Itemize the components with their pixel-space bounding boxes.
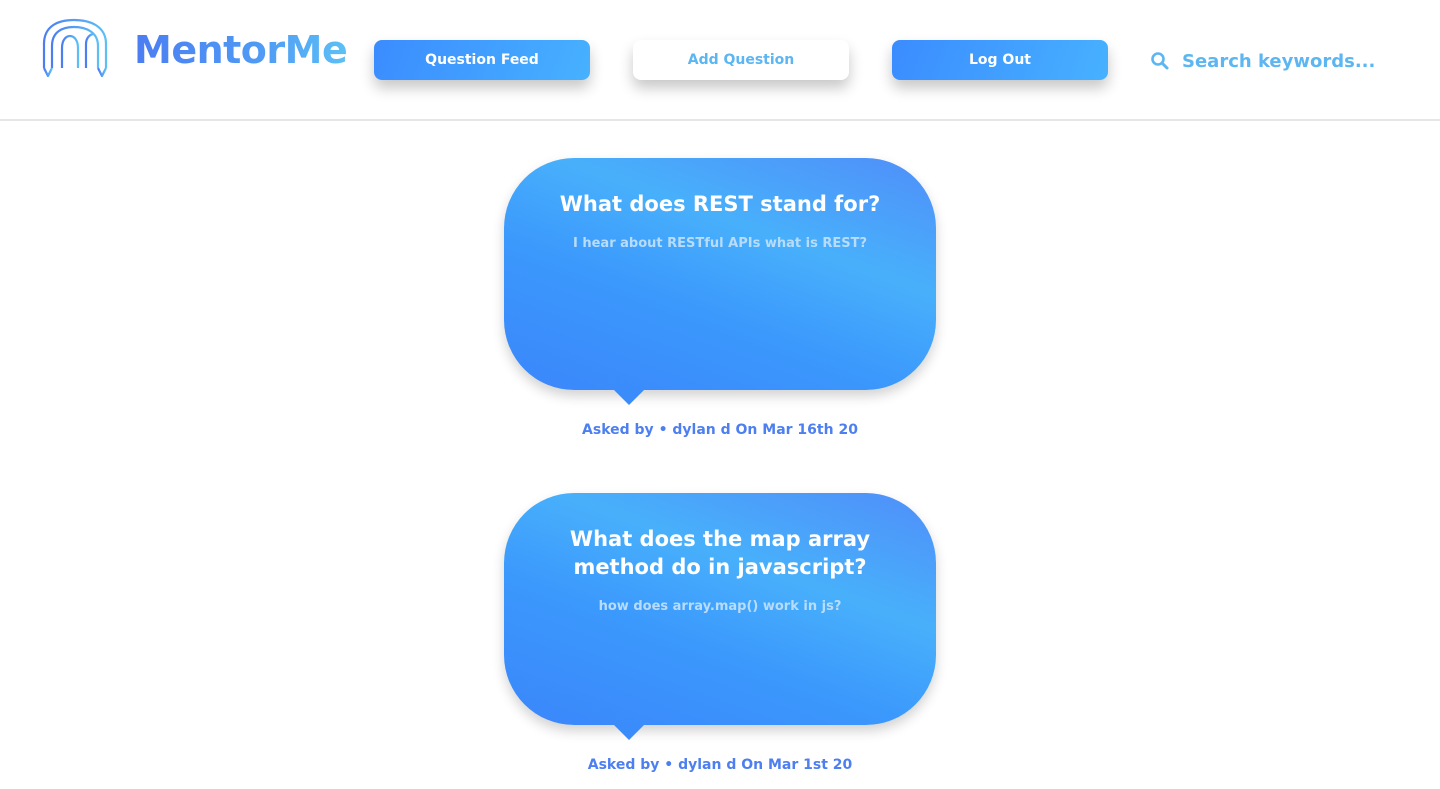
asked-by-label: Asked by: [582, 422, 654, 438]
app-name: MentorMe: [134, 28, 348, 72]
question-meta: Asked by • dylan d On Mar 16th 20: [504, 422, 936, 438]
question-feed-button[interactable]: Question Feed: [374, 40, 590, 80]
meta-bullet: •: [658, 422, 668, 438]
asked-date: On Mar 16th 20: [735, 422, 858, 438]
question-card: What does REST stand for? I hear about R…: [504, 158, 936, 438]
bubble-tail: [614, 725, 644, 740]
asked-by-label: Asked by: [587, 757, 660, 773]
add-question-button[interactable]: Add Question: [633, 40, 849, 80]
pencil-arch-logo-icon: [42, 18, 108, 78]
search-input[interactable]: [1182, 46, 1412, 76]
app-logo[interactable]: MentorMe: [40, 18, 348, 82]
question-card: What does the map array method do in jav…: [504, 493, 936, 773]
question-title: What does REST stand for?: [559, 192, 881, 216]
question-bubble[interactable]: What does the map array method do in jav…: [504, 493, 936, 740]
author-name: dylan d: [678, 757, 737, 773]
search-bar: [1150, 46, 1420, 76]
question-body: I hear about RESTful APIs what is REST?: [572, 236, 867, 251]
bubble-tail: [614, 390, 644, 405]
question-title: What does the map array method do in jav…: [569, 527, 871, 579]
question-bubble[interactable]: What does REST stand for? I hear about R…: [504, 158, 936, 405]
search-icon[interactable]: [1150, 51, 1170, 71]
top-header: MentorMe Question Feed Add Question Log …: [0, 0, 1440, 121]
log-out-button[interactable]: Log Out: [892, 40, 1108, 80]
question-body: how does array.map() work in js?: [598, 599, 842, 614]
asked-date: On Mar 1st 20: [741, 757, 853, 773]
meta-bullet: •: [664, 757, 674, 773]
question-meta: Asked by • dylan d On Mar 1st 20: [504, 757, 936, 773]
author-name: dylan d: [672, 422, 731, 438]
